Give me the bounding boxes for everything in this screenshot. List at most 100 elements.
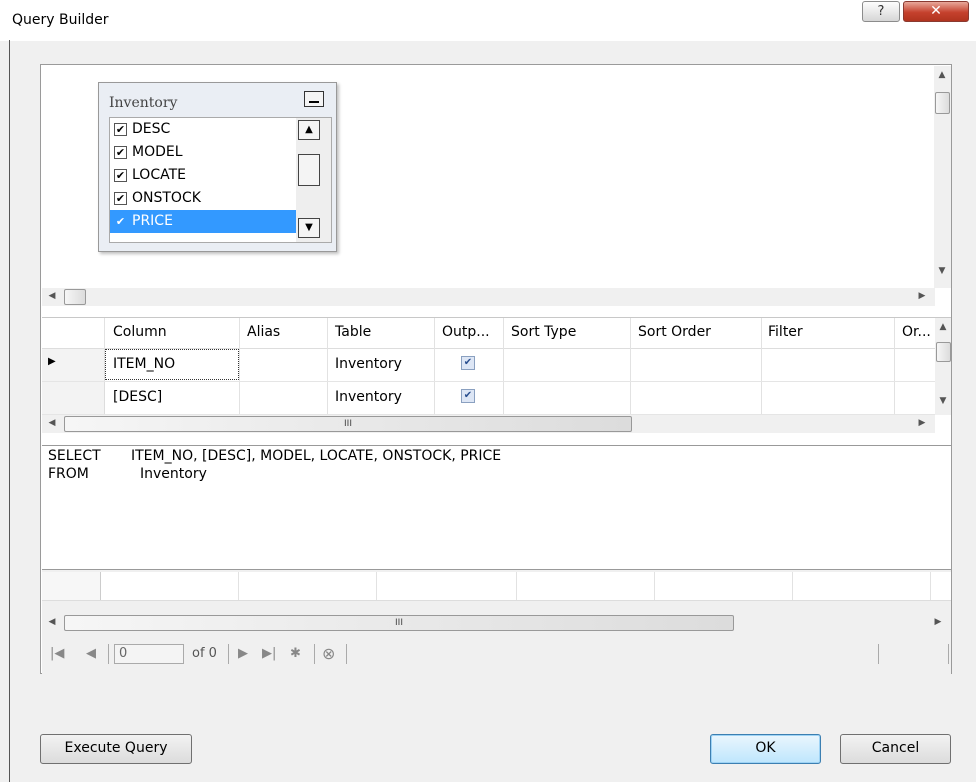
grid-cell-table[interactable]: Inventory — [335, 389, 402, 405]
scrollbar-thumb[interactable]: III — [64, 416, 632, 432]
record-navigator: |◀ ◀ 0 of 0 ▶ ▶| ✱ ⊗ — [42, 634, 951, 674]
scroll-down-icon[interactable]: ▼ — [298, 218, 320, 238]
column-item-locate[interactable]: ✔ LOCATE — [110, 164, 296, 187]
help-button[interactable]: ? — [862, 1, 900, 22]
results-grid[interactable] — [42, 572, 951, 601]
diagram-horizontal-scrollbar[interactable]: ◀ ▶ — [42, 288, 935, 306]
new-record-icon[interactable]: ✱ — [290, 646, 301, 661]
column-label: LOCATE — [132, 167, 186, 183]
current-row-icon: ▶ — [48, 356, 56, 367]
scroll-left-icon[interactable]: ◀ — [44, 418, 60, 428]
grid-header: Column Alias Table Outp... Sort Type Sor… — [42, 318, 935, 349]
sql-from-table: Inventory — [140, 466, 207, 482]
separator — [228, 644, 229, 664]
scrollbar-thumb[interactable] — [64, 289, 86, 305]
sql-keyword-select: SELECT — [48, 448, 101, 464]
scroll-left-icon[interactable]: ◀ — [44, 291, 60, 301]
scrollbar-thumb[interactable]: III — [64, 615, 734, 631]
execute-query-button[interactable]: Execute Query — [40, 734, 192, 764]
scroll-left-icon[interactable]: ◀ — [44, 617, 60, 627]
header-table[interactable]: Table — [335, 324, 371, 340]
grid-cell-column[interactable]: [DESC] — [113, 389, 162, 405]
first-record-icon[interactable]: |◀ — [50, 646, 64, 661]
output-checkbox[interactable]: ✔ — [461, 389, 475, 403]
record-position-input[interactable]: 0 — [114, 644, 184, 664]
scroll-up-icon[interactable]: ▲ — [298, 120, 320, 140]
record-count-label: of 0 — [192, 646, 217, 661]
grid-divider — [930, 572, 931, 600]
table-window-title: Inventory — [109, 95, 178, 111]
next-record-icon[interactable]: ▶ — [238, 646, 248, 661]
header-column[interactable]: Column — [113, 324, 167, 340]
sql-pane[interactable]: SELECT ITEM_NO, [DESC], MODEL, LOCATE, O… — [42, 445, 951, 570]
table-row[interactable]: [DESC] Inventory ✔ — [42, 382, 935, 415]
scrollbar-thumb[interactable] — [298, 154, 320, 186]
window-border — [9, 40, 10, 782]
header-or[interactable]: Or... — [902, 324, 931, 340]
results-horizontal-scrollbar[interactable]: ◀ III ▶ — [42, 614, 951, 632]
grid-vertical-scrollbar[interactable]: ▲ ▼ — [935, 318, 951, 415]
scroll-right-icon[interactable]: ▶ — [914, 291, 930, 301]
cancel-button[interactable]: Cancel — [840, 734, 951, 764]
column-item-model[interactable]: ✔ MODEL — [110, 141, 296, 164]
scroll-right-icon[interactable]: ▶ — [930, 617, 946, 627]
criteria-grid-pane[interactable]: Column Alias Table Outp... Sort Type Sor… — [42, 317, 951, 436]
column-item-price[interactable]: ✔ PRICE — [110, 210, 296, 233]
column-checkbox[interactable]: ✔ — [114, 123, 127, 136]
grid-cell-column[interactable]: ITEM_NO — [113, 356, 175, 372]
header-output[interactable]: Outp... — [442, 324, 490, 340]
column-item-desc[interactable]: ✔ DESC — [110, 118, 296, 141]
grid-horizontal-scrollbar[interactable]: ◀ III ▶ — [42, 415, 935, 433]
query-builder-dialog: Query Builder ? ✕ Inventory ✔ DESC ✔ MOD… — [0, 0, 976, 782]
separator — [314, 644, 315, 664]
scroll-up-icon[interactable]: ▲ — [935, 322, 951, 332]
results-pane: ◀ III ▶ |◀ ◀ 0 of 0 ▶ ▶| ✱ ⊗ — [42, 569, 951, 674]
ok-button[interactable]: OK — [710, 734, 821, 764]
column-checkbox[interactable]: ✔ — [114, 169, 127, 182]
scrollbar-thumb[interactable] — [935, 92, 950, 114]
table-window-inventory[interactable]: Inventory ✔ DESC ✔ MODEL ✔ LOCATE ✔ ONST… — [98, 82, 337, 252]
grid-divider — [792, 572, 793, 600]
grid-divider — [376, 572, 377, 600]
separator — [346, 644, 347, 664]
column-label: DESC — [132, 121, 171, 137]
grid-divider — [238, 572, 239, 600]
diagram-pane[interactable]: Inventory ✔ DESC ✔ MODEL ✔ LOCATE ✔ ONST… — [42, 66, 951, 316]
scroll-down-icon[interactable]: ▼ — [934, 266, 950, 276]
column-label: PRICE — [132, 213, 173, 229]
close-button[interactable]: ✕ — [903, 1, 969, 22]
scroll-down-icon[interactable]: ▼ — [935, 396, 951, 406]
header-filter[interactable]: Filter — [768, 324, 803, 340]
last-record-icon[interactable]: ▶| — [262, 646, 276, 661]
sql-keyword-from: FROM — [48, 466, 89, 482]
grid-cell-table[interactable]: Inventory — [335, 356, 402, 372]
title-bar: Query Builder ? ✕ — [0, 0, 976, 41]
header-alias[interactable]: Alias — [247, 324, 280, 340]
column-checkbox[interactable]: ✔ — [114, 215, 127, 228]
stop-icon[interactable]: ⊗ — [322, 644, 335, 663]
header-sort-type[interactable]: Sort Type — [511, 324, 576, 340]
separator — [108, 644, 109, 664]
column-checkbox[interactable]: ✔ — [114, 146, 127, 159]
row-selector[interactable]: ▶ — [42, 349, 105, 381]
table-column-list[interactable]: ✔ DESC ✔ MODEL ✔ LOCATE ✔ ONSTOCK ✔ PRIC… — [109, 117, 332, 243]
diagram-vertical-scrollbar[interactable]: ▲ ▼ — [934, 66, 951, 288]
grid-divider — [516, 572, 517, 600]
previous-record-icon[interactable]: ◀ — [86, 646, 96, 661]
scrollbar-thumb[interactable] — [936, 342, 951, 362]
row-header — [42, 572, 101, 600]
minimize-table-button[interactable] — [304, 91, 324, 107]
grid-divider — [654, 572, 655, 600]
row-selector[interactable] — [42, 382, 105, 414]
column-label: MODEL — [132, 144, 183, 160]
table-row[interactable]: ▶ ITEM_NO Inventory ✔ — [42, 349, 935, 382]
scroll-up-icon[interactable]: ▲ — [934, 70, 950, 80]
column-checkbox[interactable]: ✔ — [114, 192, 127, 205]
header-sort-order[interactable]: Sort Order — [638, 324, 711, 340]
table-column-scrollbar[interactable]: ▲ ▼ — [296, 118, 331, 242]
scroll-right-icon[interactable]: ▶ — [914, 418, 930, 428]
column-item-onstock[interactable]: ✔ ONSTOCK — [110, 187, 296, 210]
output-checkbox[interactable]: ✔ — [461, 356, 475, 370]
separator — [948, 644, 949, 664]
query-designer-panel: Inventory ✔ DESC ✔ MODEL ✔ LOCATE ✔ ONST… — [40, 64, 952, 674]
